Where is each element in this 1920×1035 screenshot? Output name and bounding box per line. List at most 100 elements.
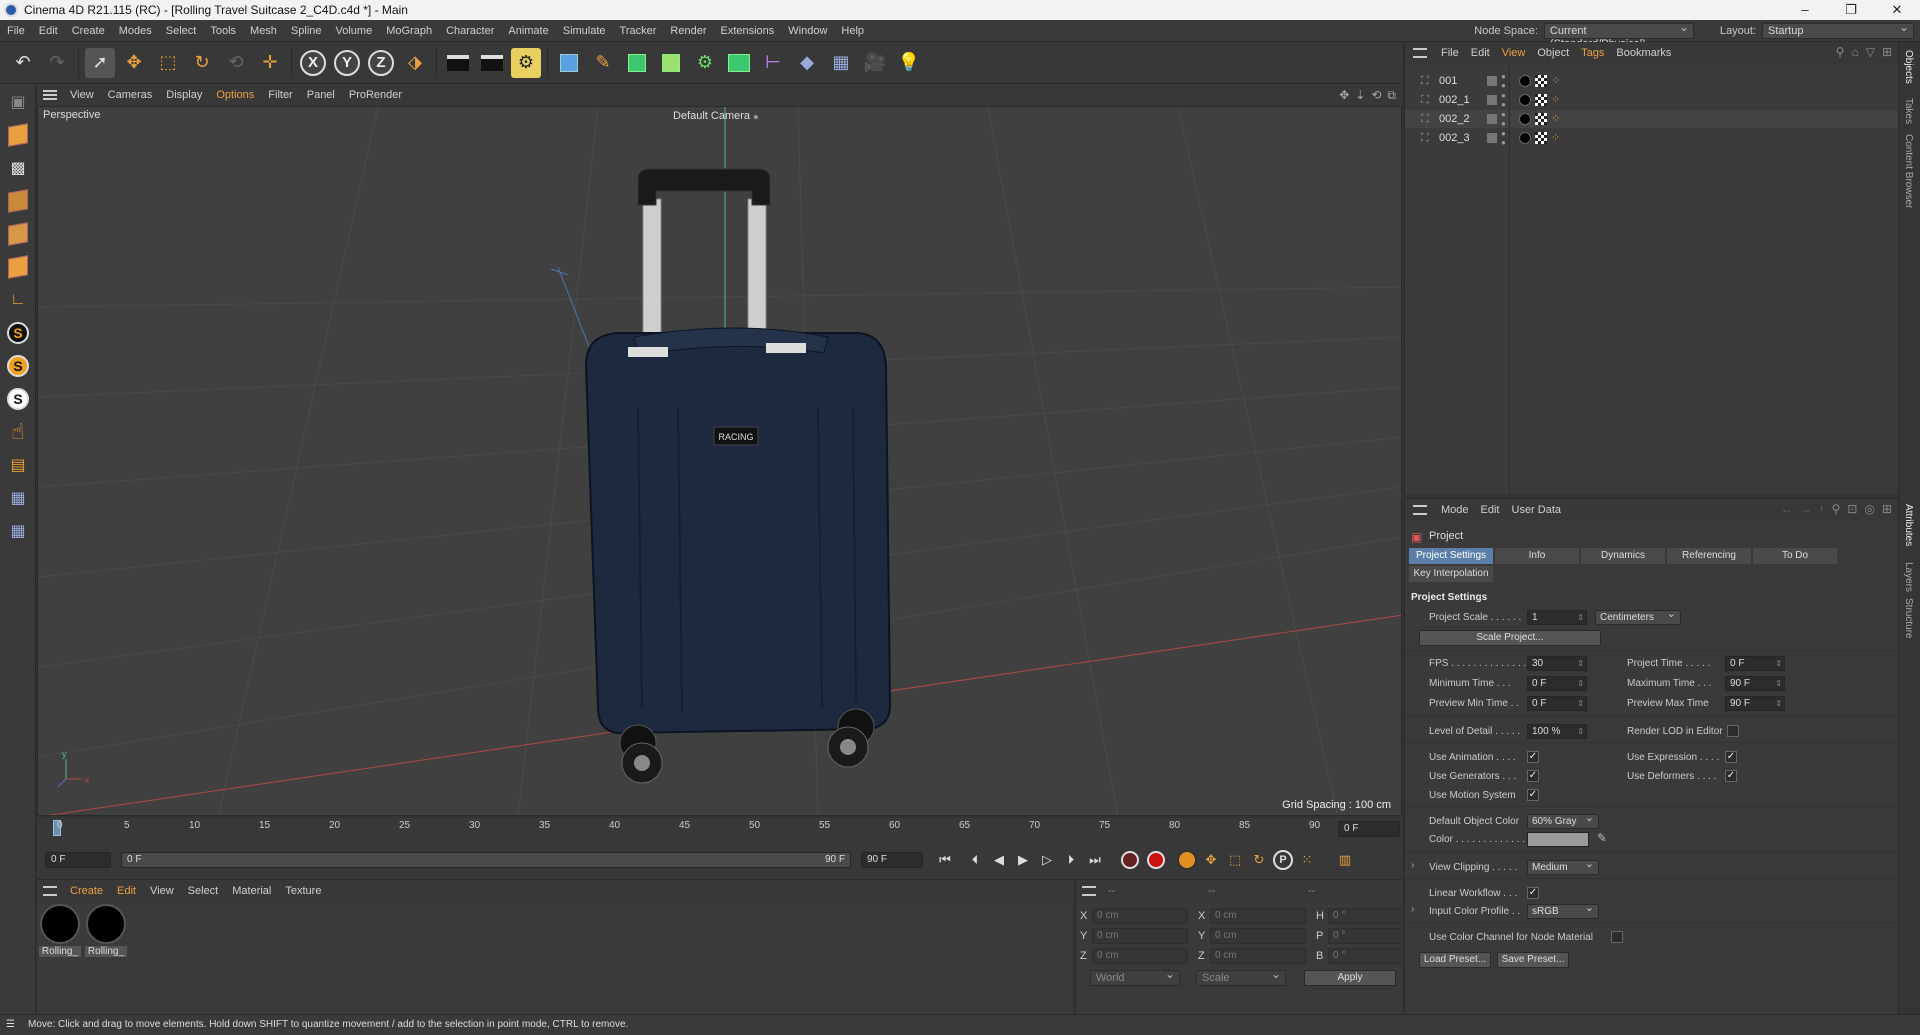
next-frame-icon[interactable]: ▷ <box>1037 850 1057 870</box>
material-tag-icon[interactable] <box>1519 94 1531 106</box>
color-swatch[interactable] <box>1527 832 1589 847</box>
menu-render[interactable]: Render <box>663 20 713 42</box>
record-active-objects-icon[interactable] <box>1121 850 1139 869</box>
preview-min-time-field[interactable]: 0 F <box>1527 696 1587 711</box>
timeline-ruler[interactable]: 0 5 10 15 20 25 30 35 40 45 50 55 60 65 … <box>37 818 1402 840</box>
side-tab-attributes[interactable]: Attributes <box>1903 504 1914 546</box>
uvw-tag-icon[interactable] <box>1535 113 1547 125</box>
go-to-end-icon[interactable]: ⏭ <box>1085 850 1105 870</box>
light-icon[interactable]: 💡 <box>894 48 924 78</box>
up-arrow-icon[interactable]: ↑ <box>1819 502 1825 516</box>
viewport-menu-prorender[interactable]: ProRender <box>342 89 409 101</box>
extrude-generator-icon[interactable] <box>656 48 686 78</box>
input-color-profile-expand-icon[interactable]: › <box>1411 904 1414 915</box>
viewport-menu-icon[interactable] <box>43 90 57 100</box>
back-arrow-icon[interactable]: ← <box>1781 502 1793 516</box>
viewport-menu-view[interactable]: View <box>63 89 101 101</box>
menu-edit[interactable]: Edit <box>32 20 65 42</box>
position-x-field[interactable]: 0 cm <box>1092 908 1188 924</box>
close-button[interactable]: ✕ <box>1874 0 1920 20</box>
move-tool-icon[interactable]: ✥ <box>119 48 149 78</box>
workplane-icon[interactable]: ▤ <box>3 450 33 480</box>
lock-icon[interactable]: ⊡ <box>1847 502 1857 516</box>
menu-create[interactable]: Create <box>65 20 112 42</box>
rotation-p-field[interactable]: 0 ° <box>1328 928 1412 944</box>
mograph-cloner-icon[interactable]: ⚙ <box>690 48 720 78</box>
forward-arrow-icon[interactable]: → <box>1800 502 1812 516</box>
search-icon[interactable]: ⚲ <box>1832 502 1841 516</box>
object-row[interactable]: ⛶ 002_2 ● ● ⁘ <box>1405 110 1899 128</box>
viewport-menu-panel[interactable]: Panel <box>300 89 342 101</box>
x-axis-lock-icon[interactable]: X <box>298 48 328 78</box>
tab-key-interpolation[interactable]: Key Interpolation <box>1409 566 1493 582</box>
material-item[interactable]: Rolling_ <box>39 902 81 960</box>
attribute-menu-mode[interactable]: Mode <box>1435 504 1475 516</box>
tweak-mode-icon[interactable]: ☝ <box>3 417 33 447</box>
coordinate-system-icon[interactable]: ⬗ <box>400 48 430 78</box>
pen-spline-icon[interactable]: ✎ <box>588 48 618 78</box>
live-selection-icon[interactable]: ✛ <box>255 48 285 78</box>
use-generators-checkbox[interactable]: ✓ <box>1527 770 1539 782</box>
preview-max-time-field[interactable]: 90 F <box>1725 696 1785 711</box>
object-menu-view[interactable]: View <box>1496 47 1532 59</box>
new-panel-icon[interactable]: ⊞ <box>1882 45 1892 59</box>
play-icon[interactable]: ▶ <box>1013 850 1033 870</box>
start-frame-field[interactable]: 0 F <box>45 851 111 868</box>
layer-visibility-icon[interactable] <box>1487 114 1497 124</box>
object-row[interactable]: ⛶ 002_1 ● ● ⁘ <box>1405 91 1899 109</box>
use-animation-checkbox[interactable]: ✓ <box>1527 751 1539 763</box>
edge-mode-icon[interactable] <box>3 219 33 249</box>
scale-project-button[interactable]: Scale Project... <box>1419 630 1601 646</box>
menu-mograph[interactable]: MoGraph <box>379 20 439 42</box>
cube-primitive-icon[interactable] <box>554 48 584 78</box>
material-menu-select[interactable]: Select <box>181 885 226 897</box>
level-of-detail-field[interactable]: 100 % <box>1527 724 1587 739</box>
material-menu-texture[interactable]: Texture <box>278 885 328 897</box>
floor-environment-icon[interactable]: ▦ <box>826 48 856 78</box>
current-frame-field[interactable]: 0 F <box>1338 821 1400 837</box>
attribute-menu-icon[interactable] <box>1413 504 1427 515</box>
project-scale-unit-dropdown[interactable]: Centimeters <box>1595 608 1681 625</box>
workplane-snap-icon[interactable]: S <box>3 384 33 414</box>
tab-to-do[interactable]: To Do <box>1753 548 1837 564</box>
menu-tools[interactable]: Tools <box>203 20 243 42</box>
home-icon[interactable]: ⌂ <box>1851 45 1858 59</box>
object-menu-object[interactable]: Object <box>1531 47 1575 59</box>
make-editable-icon[interactable]: ▣ <box>3 87 33 117</box>
attribute-menu-user-data[interactable]: User Data <box>1506 504 1568 516</box>
menu-simulate[interactable]: Simulate <box>556 20 613 42</box>
preview-range-slider[interactable]: 0 F 90 F <box>121 851 851 868</box>
go-to-start-icon[interactable]: ⏮ <box>935 850 955 870</box>
view-clipping-dropdown[interactable]: Medium <box>1527 858 1599 875</box>
keyframe-selection-icon[interactable] <box>1177 849 1197 870</box>
attribute-menu-edit[interactable]: Edit <box>1475 504 1506 516</box>
key-scale-icon[interactable]: ⬚ <box>1225 850 1245 870</box>
uvw-tag-icon[interactable] <box>1535 94 1547 106</box>
previous-frame-icon[interactable]: ◀ <box>989 850 1009 870</box>
rotation-b-field[interactable]: 0 ° <box>1328 948 1412 964</box>
material-menu-create[interactable]: Create <box>63 885 110 897</box>
layer-visibility-icon[interactable] <box>1487 76 1497 86</box>
recent-tool-icon[interactable]: ⟲ <box>221 48 251 78</box>
size-z-field[interactable]: 0 cm <box>1210 948 1306 964</box>
key-pla-icon[interactable]: ⁙ <box>1297 850 1317 870</box>
material-menu-icon[interactable] <box>43 886 57 896</box>
search-icon[interactable]: ⚲ <box>1836 45 1845 59</box>
use-deformers-checkbox[interactable]: ✓ <box>1725 770 1737 782</box>
material-menu-material[interactable]: Material <box>225 885 278 897</box>
tab-info[interactable]: Info <box>1495 548 1579 564</box>
filter-icon[interactable]: ▽ <box>1866 45 1875 59</box>
maximize-button[interactable]: ❐ <box>1828 0 1874 20</box>
menu-window[interactable]: Window <box>781 20 834 42</box>
uvw-tag-icon[interactable] <box>1535 75 1547 87</box>
size-x-field[interactable]: 0 cm <box>1210 908 1306 924</box>
menu-volume[interactable]: Volume <box>329 20 380 42</box>
visibility-dots-icon[interactable]: ● ● <box>1501 72 1507 90</box>
key-position-icon[interactable]: ✥ <box>1201 850 1221 870</box>
load-preset-button[interactable]: Load Preset... <box>1419 952 1491 968</box>
color-channel-checkbox[interactable] <box>1611 931 1623 943</box>
new-panel-icon[interactable]: ⊞ <box>1882 502 1892 516</box>
z-axis-lock-icon[interactable]: Z <box>366 48 396 78</box>
point-mode-icon[interactable] <box>3 186 33 216</box>
end-frame-field[interactable]: 90 F <box>861 851 923 868</box>
